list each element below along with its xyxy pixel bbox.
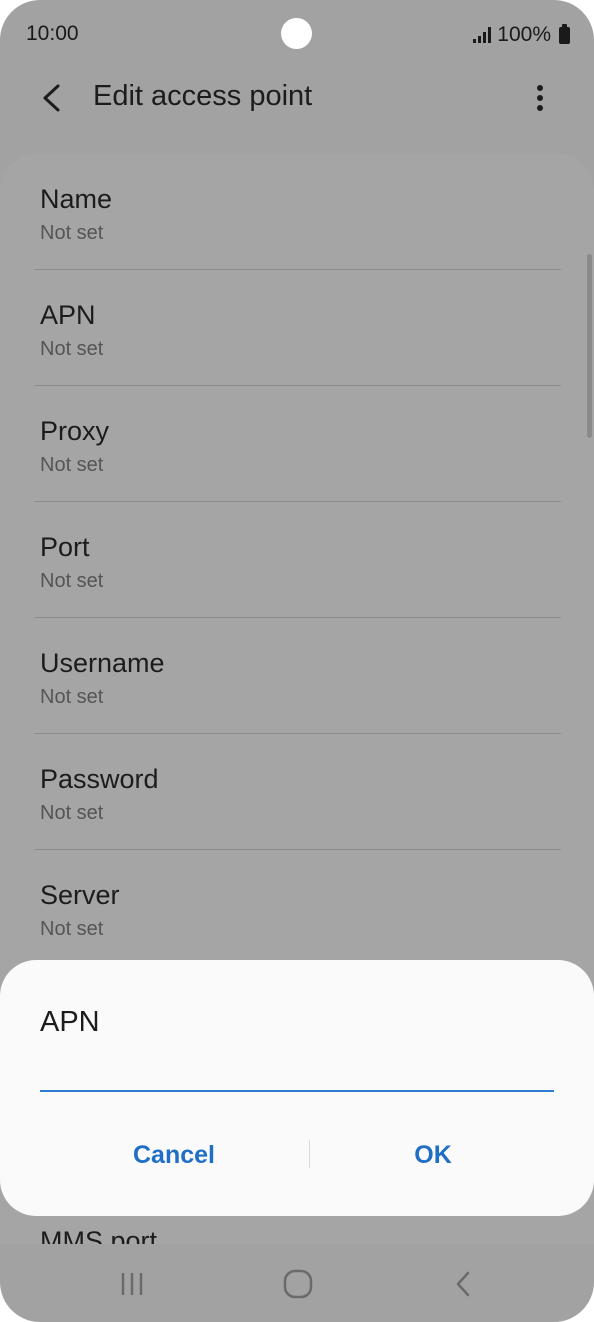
- cancel-button[interactable]: Cancel: [40, 1130, 308, 1180]
- setting-item-port[interactable]: Port Not set: [0, 502, 594, 618]
- setting-value: Not set: [40, 918, 104, 940]
- setting-label: Server: [40, 880, 120, 910]
- setting-label: Proxy: [40, 416, 110, 446]
- setting-item-proxy[interactable]: Proxy Not set: [0, 386, 594, 502]
- setting-label: Name: [40, 184, 113, 214]
- setting-label: Username: [40, 648, 165, 678]
- nav-back-button[interactable]: [434, 1264, 494, 1304]
- setting-label: Port: [40, 532, 90, 562]
- setting-value: Not set: [40, 802, 104, 824]
- setting-value: Not set: [40, 222, 104, 244]
- status-indicators: 100%: [473, 22, 570, 48]
- status-bar: 10:00 100%: [0, 0, 594, 70]
- battery-icon: [559, 23, 570, 44]
- setting-item-name[interactable]: Name Not set: [0, 154, 594, 270]
- navigation-bar: [0, 1244, 594, 1322]
- more-vert-icon: [537, 85, 543, 111]
- recent-apps-icon: [121, 1273, 143, 1295]
- setting-label: APN: [40, 300, 96, 330]
- status-time: 10:00: [26, 22, 79, 45]
- dialog-title: APN: [40, 1006, 100, 1038]
- setting-value: Not set: [40, 570, 104, 592]
- setting-item-username[interactable]: Username Not set: [0, 618, 594, 734]
- setting-value: Not set: [40, 686, 104, 708]
- setting-item-password[interactable]: Password Not set: [0, 734, 594, 850]
- setting-item-apn[interactable]: APN Not set: [0, 270, 594, 386]
- apn-dialog: APN Cancel OK: [0, 960, 594, 1216]
- setting-label: MMS port: [40, 1226, 158, 1244]
- home-icon: [283, 1269, 313, 1299]
- nav-back-icon: [456, 1271, 470, 1297]
- ok-button[interactable]: OK: [310, 1130, 556, 1180]
- signal-icon: [473, 27, 492, 43]
- setting-value: Not set: [40, 454, 104, 476]
- scrollbar[interactable]: [587, 254, 592, 438]
- battery-percent: 100%: [497, 23, 551, 46]
- app-bar: Edit access point: [0, 70, 594, 126]
- apn-input[interactable]: [40, 1056, 554, 1092]
- recent-apps-button[interactable]: [102, 1264, 162, 1304]
- setting-value: Not set: [40, 338, 104, 360]
- back-button[interactable]: [34, 78, 74, 118]
- more-options-button[interactable]: [522, 78, 558, 118]
- back-arrow-icon: [43, 84, 60, 112]
- setting-item-server[interactable]: Server Not set: [0, 850, 594, 966]
- setting-label: Password: [40, 764, 159, 794]
- page-title: Edit access point: [93, 80, 313, 112]
- front-camera: [281, 18, 312, 49]
- phone-screen: 10:00 100% Edit access point Name Not se…: [0, 0, 594, 1322]
- home-button[interactable]: [268, 1264, 328, 1304]
- setting-item-mms-port[interactable]: MMS port: [0, 1216, 594, 1244]
